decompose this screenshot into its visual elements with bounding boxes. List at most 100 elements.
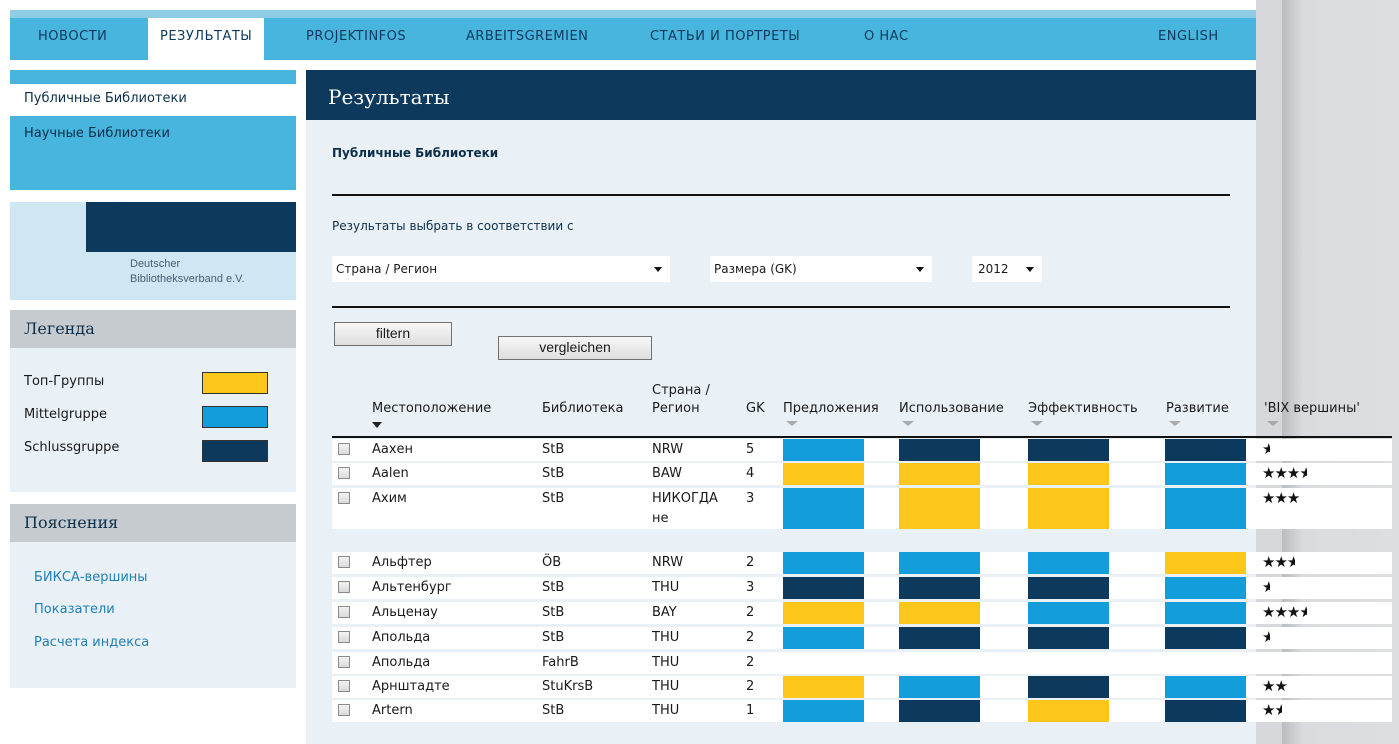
row-select-checkbox[interactable] <box>338 656 350 668</box>
nav-arbeitsgremien[interactable]: ARBEITSGREMIEN <box>466 18 588 60</box>
cell-lib: StB <box>542 491 565 506</box>
bix-stars: ★★ <box>1262 677 1288 695</box>
sort-icon[interactable] <box>1267 421 1279 426</box>
link-index-calculation[interactable]: Расчета индекса <box>34 635 149 650</box>
legend-label-end: Schlussgruppe <box>24 440 120 455</box>
cell-lib: StB <box>542 442 565 457</box>
rating-bar <box>783 577 864 599</box>
nav-english[interactable]: ENGLISH <box>1158 18 1219 60</box>
col-region-header-line2[interactable]: Регион <box>652 400 700 418</box>
rating-bar <box>899 488 980 529</box>
row-select-checkbox[interactable] <box>338 556 350 568</box>
sidebar-item-academic-libraries[interactable]: Научные Библиотеки <box>24 126 170 141</box>
cell-lib: StB <box>542 605 565 620</box>
sort-icon[interactable] <box>902 421 914 426</box>
col-offer-header[interactable]: Предложения <box>783 400 879 418</box>
rating-bar <box>899 439 980 461</box>
cell-loc: Апольда <box>372 655 431 670</box>
cell-loc: Aalen <box>372 466 409 481</box>
cell-reg: THU <box>652 679 680 694</box>
sidebar-item-public-libraries[interactable]: Публичные Библиотеки <box>24 91 187 106</box>
nav-news[interactable]: НОВОСТИ <box>38 18 107 60</box>
link-bix-tops[interactable]: БИКСА-вершины <box>34 570 148 585</box>
chevron-down-icon <box>654 267 662 272</box>
cell-reg: НИКОГДА <box>652 491 718 506</box>
sort-icon[interactable] <box>1169 421 1181 426</box>
nav-projektinfos[interactable]: PROJEKTINFOS <box>306 18 406 60</box>
col-development-header[interactable]: Развитие <box>1166 400 1229 418</box>
row-select-checkbox[interactable] <box>338 443 350 455</box>
rating-bar <box>1165 700 1246 722</box>
link-indicators[interactable]: Показатели <box>34 602 115 617</box>
table-row: Альценау StB BAY 2 ★★★★ <box>332 602 1392 624</box>
cell-lib: StB <box>542 466 565 481</box>
sort-desc-icon[interactable] <box>372 422 382 428</box>
legend-label-top: Топ-Группы <box>24 374 105 389</box>
col-usage-header[interactable]: Использование <box>899 400 1004 418</box>
col-region-header-line1[interactable]: Страна / <box>652 382 710 400</box>
rating-bar <box>783 439 864 461</box>
filter-button[interactable]: filtern <box>334 322 452 346</box>
main-nav: НОВОСТИ РЕЗУЛЬТАТЫ PROJEKTINFOS ARBEITSG… <box>10 18 1256 60</box>
country-region-select[interactable]: Страна / Регион <box>332 256 670 282</box>
cell-loc: Аахен <box>372 442 414 457</box>
year-select[interactable]: 2012 <box>972 256 1042 282</box>
nav-about[interactable]: О НАС <box>864 18 909 60</box>
rating-bar <box>1165 602 1246 624</box>
cell-reg: BAW <box>652 466 682 481</box>
compare-button[interactable]: vergleichen <box>498 336 652 360</box>
cell-lib: StB <box>542 630 565 645</box>
dbv-logo[interactable]: dlbv Deutscher Bibliotheksverband e.V. <box>10 202 296 300</box>
rating-bar <box>783 602 864 624</box>
rating-bar <box>1028 700 1109 722</box>
table-row: Ахим StB НИКОГДА 3 не ★★★ <box>332 488 1392 529</box>
rating-bar <box>1028 676 1109 698</box>
bix-stars: ★★★★ <box>1262 603 1308 621</box>
divider-top <box>332 194 1230 196</box>
row-select-checkbox[interactable] <box>338 606 350 618</box>
page-subtitle: Публичные Библиотеки <box>332 146 499 160</box>
rating-bar <box>1028 552 1109 574</box>
row-select-checkbox[interactable] <box>338 581 350 593</box>
table-row: Альфтер ÖB NRW 2 ★★★ <box>332 552 1392 574</box>
bix-stars: ★ <box>1262 440 1270 458</box>
year-select-value: 2012 <box>978 262 1009 276</box>
rating-bar <box>783 627 864 649</box>
nav-articles[interactable]: СТАТЬИ И ПОРТРЕТЫ <box>650 18 800 60</box>
rating-bar <box>1165 439 1246 461</box>
cell-gk: 2 <box>746 679 755 694</box>
col-gk-header[interactable]: GK <box>746 400 765 418</box>
size-select[interactable]: Размера (GK) <box>710 256 932 282</box>
logo-line-2: Bibliotheksverband e.V. <box>130 273 245 285</box>
cell-gk: 1 <box>746 703 755 718</box>
cell-gk: 5 <box>746 442 755 457</box>
cell-lib: StB <box>542 580 565 595</box>
rating-bar <box>783 552 864 574</box>
col-bix-header[interactable]: 'BIX вершины' <box>1264 400 1360 418</box>
cell-gk: 2 <box>746 655 755 670</box>
cell-gk: 4 <box>746 466 755 481</box>
cell-reg: THU <box>652 630 680 645</box>
cell-reg: THU <box>652 703 680 718</box>
row-select-checkbox[interactable] <box>338 680 350 692</box>
row-select-checkbox[interactable] <box>338 704 350 716</box>
col-efficiency-header[interactable]: Эффективность <box>1028 400 1138 418</box>
rating-bar <box>1028 488 1109 529</box>
cell-loc: Апольда <box>372 630 431 645</box>
row-select-checkbox[interactable] <box>338 492 350 504</box>
table-row: Aalen StB BAW 4 ★★★★ <box>332 463 1392 485</box>
cell-loc: Альфтер <box>372 555 432 570</box>
nav-results[interactable]: РЕЗУЛЬТАТЫ <box>148 18 265 60</box>
sort-icon[interactable] <box>786 421 798 426</box>
sort-icon[interactable] <box>1031 421 1043 426</box>
select-intro: Результаты выбрать в соответствии с <box>332 219 574 233</box>
bix-stars: ★★ <box>1262 701 1283 719</box>
col-library-header[interactable]: Библиотека <box>542 400 624 418</box>
rating-bar <box>1028 627 1109 649</box>
row-select-checkbox[interactable] <box>338 467 350 479</box>
row-select-checkbox[interactable] <box>338 631 350 643</box>
cell-reg-line2: не <box>652 511 669 526</box>
table-row: Апольда FahrB THU 2 <box>332 652 1392 674</box>
col-location-header[interactable]: Местоположение <box>372 400 491 418</box>
table-header-rule <box>332 436 1392 438</box>
